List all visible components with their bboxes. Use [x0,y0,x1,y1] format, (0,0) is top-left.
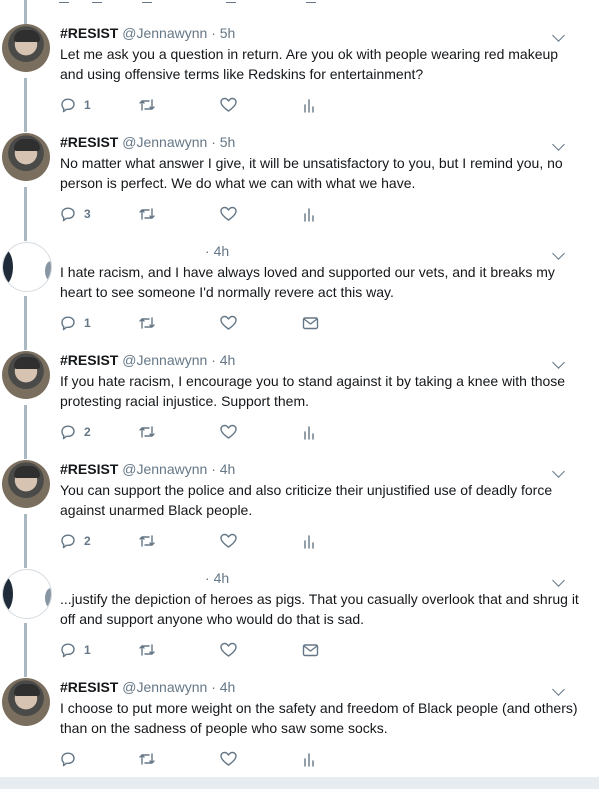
tweet[interactable]: #RESIST @Jennawynn · 4h You can support … [0,436,599,549]
separator-dot: · [211,352,216,368]
separator-dot: · [205,570,210,586]
user-handle[interactable]: @Jennawynn [122,352,207,368]
retweet-icon [139,753,155,765]
avatar[interactable] [2,242,52,292]
reply-icon [61,752,75,767]
avatar[interactable] [2,678,50,726]
display-name[interactable]: #RESIST [60,461,118,477]
tweet-text: I hate racism, and I have always loved a… [60,264,555,300]
tweet-header: #RESIST @Jennawynn · 4h [60,351,235,369]
tweet-header: #RESIST @Jennawynn · 4h [60,678,235,696]
timestamp[interactable]: 4h [220,679,236,695]
timestamp[interactable]: 4h [220,461,236,477]
tweet-header: · 4h [205,242,229,260]
retweet-button[interactable] [138,749,156,769]
conversation-thread: #RESIST @Jennawynn · 5h Let me ask you a… [0,0,599,789]
chevron-down-icon[interactable] [552,465,565,478]
timestamp[interactable]: 5h [220,134,236,150]
chevron-down-icon[interactable] [552,29,565,42]
separator-dot: · [211,461,216,477]
display-name[interactable]: #RESIST [60,134,118,150]
timestamp[interactable]: 5h [220,25,236,41]
separator-dot: · [211,25,216,41]
tweet-text: No matter what answer I give, it will be… [60,155,563,191]
avatar[interactable] [2,569,52,619]
tweet-actions [60,749,360,769]
chevron-down-icon[interactable] [552,247,565,260]
separator-dot: · [211,134,216,150]
timeline-footer [0,777,599,789]
chevron-down-icon[interactable] [552,356,565,369]
separator-dot: · [205,243,210,259]
tweet-text: I choose to put more weight on the safet… [60,700,578,736]
tweet[interactable]: · 4h ...justify the depiction of heroes … [0,545,599,658]
tweet-text: ...justify the depiction of heroes as pi… [60,591,579,627]
heart-icon [220,751,237,766]
user-handle[interactable]: @Jennawynn [122,461,207,477]
tweet[interactable]: #RESIST @Jennawynn · 4h If you hate raci… [0,327,599,440]
tweet-text: If you hate racism, I encourage you to s… [60,373,566,409]
avatar[interactable] [2,24,50,72]
chevron-down-icon[interactable] [552,683,565,696]
separator-dot: · [211,679,216,695]
display-name[interactable]: #RESIST [60,25,118,41]
chevron-down-icon[interactable] [552,574,565,587]
tweet-text: You can support the police and also crit… [60,482,553,518]
user-handle[interactable]: @Jennawynn [122,134,207,150]
tweet-header: #RESIST @Jennawynn · 5h [60,24,235,42]
analytics-button[interactable] [302,749,316,769]
tweet[interactable]: #RESIST @Jennawynn · 4h I choose to put … [0,654,599,767]
tweet-header: #RESIST @Jennawynn · 4h [60,460,235,478]
avatar[interactable] [2,460,50,508]
user-handle[interactable]: @Jennawynn [122,679,207,695]
user-handle[interactable]: @Jennawynn [122,25,207,41]
tweet-header: #RESIST @Jennawynn · 5h [60,133,235,151]
tweet[interactable]: #RESIST @Jennawynn · 5h No matter what a… [0,109,599,222]
timestamp[interactable]: 4h [220,352,236,368]
avatar[interactable] [2,133,50,181]
display-name[interactable]: #RESIST [60,352,118,368]
timestamp[interactable]: 4h [214,243,230,259]
tweet-text: Let me ask you a question in return. Are… [60,46,559,82]
tweet[interactable]: · 4h I hate racism, and I have always lo… [0,218,599,331]
reply-button[interactable] [60,749,84,769]
display-name[interactable]: #RESIST [60,679,118,695]
tweet[interactable]: #RESIST @Jennawynn · 5h Let me ask you a… [0,0,599,113]
like-button[interactable] [220,749,237,769]
tweet-header: · 4h [205,569,229,587]
analytics-icon [304,753,314,767]
timestamp[interactable]: 4h [214,570,230,586]
avatar[interactable] [2,351,50,399]
chevron-down-icon[interactable] [552,138,565,151]
